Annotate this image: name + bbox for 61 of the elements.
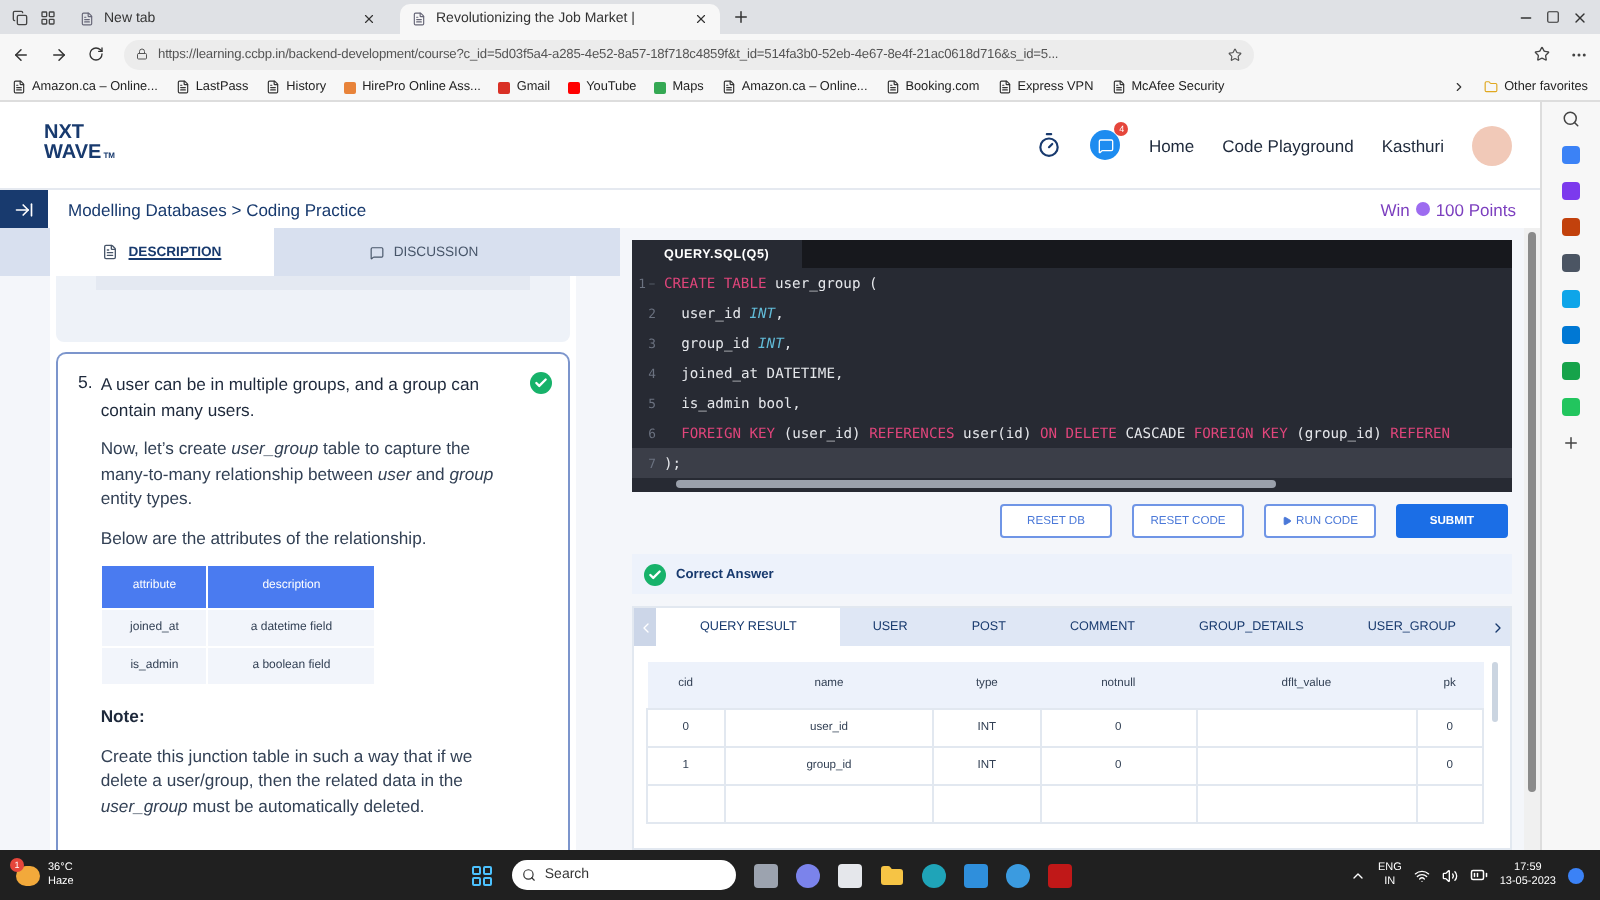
page-icon <box>1111 80 1126 94</box>
reload-icon[interactable] <box>88 46 104 62</box>
scrollbar-thumb[interactable] <box>1492 662 1498 722</box>
paragraph: Create this junction table in such a way that if we delete a user/group, then the related data in the user_group must be automatically deleted. <box>100 743 475 818</box>
new-tab-icon[interactable] <box>732 8 750 26</box>
lock-icon <box>136 48 148 60</box>
chevron-right-icon[interactable] <box>1452 80 1467 94</box>
scrollbar-thumb[interactable] <box>1528 232 1536 792</box>
volume-icon[interactable] <box>1441 867 1458 883</box>
reward-points: 100 Points <box>1435 199 1516 219</box>
question-text: A user can be in multiple groups, and a group can contain many users. <box>100 372 482 422</box>
page-icon <box>175 80 190 94</box>
reward-label: Win <box>1380 199 1410 219</box>
play-icon <box>1282 516 1293 526</box>
sidebar-toggle-button[interactable] <box>0 189 48 229</box>
nav-link[interactable]: Home <box>1148 135 1195 155</box>
maximize-icon[interactable] <box>1546 10 1560 24</box>
search-icon <box>522 868 537 882</box>
scrollbar-thumb[interactable] <box>676 480 1276 488</box>
document-icon <box>102 244 119 260</box>
page-icon <box>12 80 26 94</box>
timer-icon[interactable] <box>1036 132 1063 158</box>
search-icon[interactable] <box>1562 110 1580 128</box>
battery-icon[interactable] <box>1469 866 1488 884</box>
comment-icon <box>369 245 384 259</box>
check-icon <box>644 563 666 585</box>
workspaces-icon[interactable] <box>12 9 28 25</box>
paragraph: Now, let’s create user_group table to capture the many-to-many relationship between user and group entity types. <box>100 436 496 511</box>
wifi-icon[interactable] <box>1413 867 1430 883</box>
page-icon <box>997 80 1012 94</box>
user-name[interactable]: Kasthuri <box>1381 135 1444 155</box>
add-icon[interactable] <box>1562 434 1580 452</box>
notification-icon[interactable] <box>1568 867 1584 883</box>
chat-icon <box>1097 137 1114 153</box>
app-icon[interactable] <box>754 863 779 887</box>
close-icon[interactable] <box>1572 9 1588 25</box>
coin-icon <box>1415 202 1430 216</box>
paragraph: Below are the attributes of the relationship. <box>100 525 429 550</box>
page-icon <box>80 12 94 26</box>
tab-actions-icon[interactable] <box>40 9 56 25</box>
app-icon[interactable] <box>1006 863 1031 887</box>
close-icon[interactable] <box>362 12 376 26</box>
favorites-icon[interactable] <box>1534 46 1550 62</box>
breadcrumb: Modelling Databases > Coding Practice <box>68 199 367 219</box>
forward-icon[interactable] <box>50 45 68 63</box>
page-icon <box>412 12 426 26</box>
app-icon[interactable] <box>838 863 863 887</box>
favorite-icon[interactable] <box>1228 47 1242 61</box>
folder-icon[interactable] <box>880 863 905 887</box>
close-icon[interactable] <box>694 12 708 26</box>
expand-icon <box>14 199 34 219</box>
back-icon[interactable] <box>12 45 30 63</box>
note-heading: Note: <box>100 704 147 729</box>
page-icon <box>266 80 281 94</box>
nav-link[interactable]: Code Playground <box>1222 135 1354 155</box>
code-editor[interactable] <box>632 240 1512 492</box>
page-icon <box>885 80 900 94</box>
start-icon[interactable] <box>470 863 495 887</box>
page-icon <box>721 80 736 94</box>
folder-icon <box>1484 80 1499 94</box>
question-number: 5. <box>78 372 93 396</box>
